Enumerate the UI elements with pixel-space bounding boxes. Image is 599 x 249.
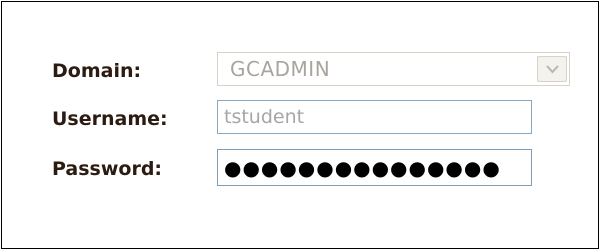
login-form-panel: Domain: GCADMIN Username: Password: — [1, 1, 599, 249]
domain-dropdown-button[interactable] — [537, 56, 567, 82]
chevron-down-icon — [546, 65, 559, 74]
username-label: Username: — [52, 108, 168, 130]
domain-select[interactable]: GCADMIN — [217, 52, 570, 86]
domain-label: Domain: — [52, 60, 142, 82]
password-input[interactable] — [217, 149, 532, 186]
username-input[interactable] — [217, 100, 532, 134]
domain-selected-value: GCADMIN — [230, 57, 331, 81]
password-label: Password: — [52, 158, 163, 180]
